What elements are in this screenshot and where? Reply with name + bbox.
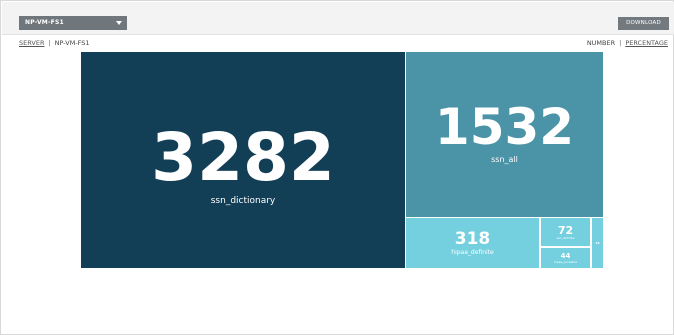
tile-label: hipaa_definite	[451, 248, 494, 256]
chevron-down-icon	[116, 21, 122, 25]
tile-value: 44	[560, 251, 571, 260]
tile-label: ssn_all	[491, 154, 518, 164]
breadcrumb-separator: |	[48, 39, 51, 47]
treemap: 3282 ssn_dictionary 1532 ssn_all 318 hip…	[81, 52, 603, 268]
breadcrumb: SERVER | NP-VM-FS1	[19, 38, 90, 48]
tile-value: 318	[454, 228, 491, 249]
tile-value: 72	[557, 223, 574, 237]
server-select-value: NP-VM-FS1	[25, 19, 64, 26]
treemap-tile-hipaa-probable[interactable]: 44 hipaa_probable	[541, 248, 591, 268]
tile-label: ssn_dictionary	[210, 195, 276, 206]
treemap-tile-hipaa-definite[interactable]: 318 hipaa_definite	[406, 218, 540, 268]
treemap-tile-ssn-dictionary[interactable]: 3282 ssn_dictionary	[81, 52, 405, 268]
treemap-tile-ssn-definite[interactable]: 72 ssn_definite	[541, 218, 591, 247]
tile-value: 3282	[151, 118, 335, 196]
tile-label: hipaa_probable	[553, 259, 578, 264]
treemap-tile-ssn-all[interactable]: 1532 ssn_all	[406, 52, 603, 217]
tile-value: 16	[595, 240, 600, 245]
breadcrumb-server-link[interactable]: SERVER	[19, 39, 44, 47]
treemap-tile-small[interactable]: 16	[592, 218, 603, 268]
download-button[interactable]: DOWNLOAD	[618, 17, 669, 30]
tile-value: 1532	[434, 97, 575, 156]
view-mode-separator: |	[619, 39, 622, 47]
tile-label: ssn_definite	[556, 235, 575, 240]
percentage-mode-option[interactable]: PERCENTAGE	[625, 39, 668, 47]
breadcrumb-current: NP-VM-FS1	[54, 39, 90, 47]
number-mode-option[interactable]: NUMBER	[587, 39, 615, 47]
view-mode-switch: NUMBER | PERCENTAGE	[587, 38, 668, 48]
toolbar: NP-VM-FS1 DOWNLOAD	[2, 2, 674, 35]
server-select[interactable]: NP-VM-FS1	[19, 16, 127, 30]
